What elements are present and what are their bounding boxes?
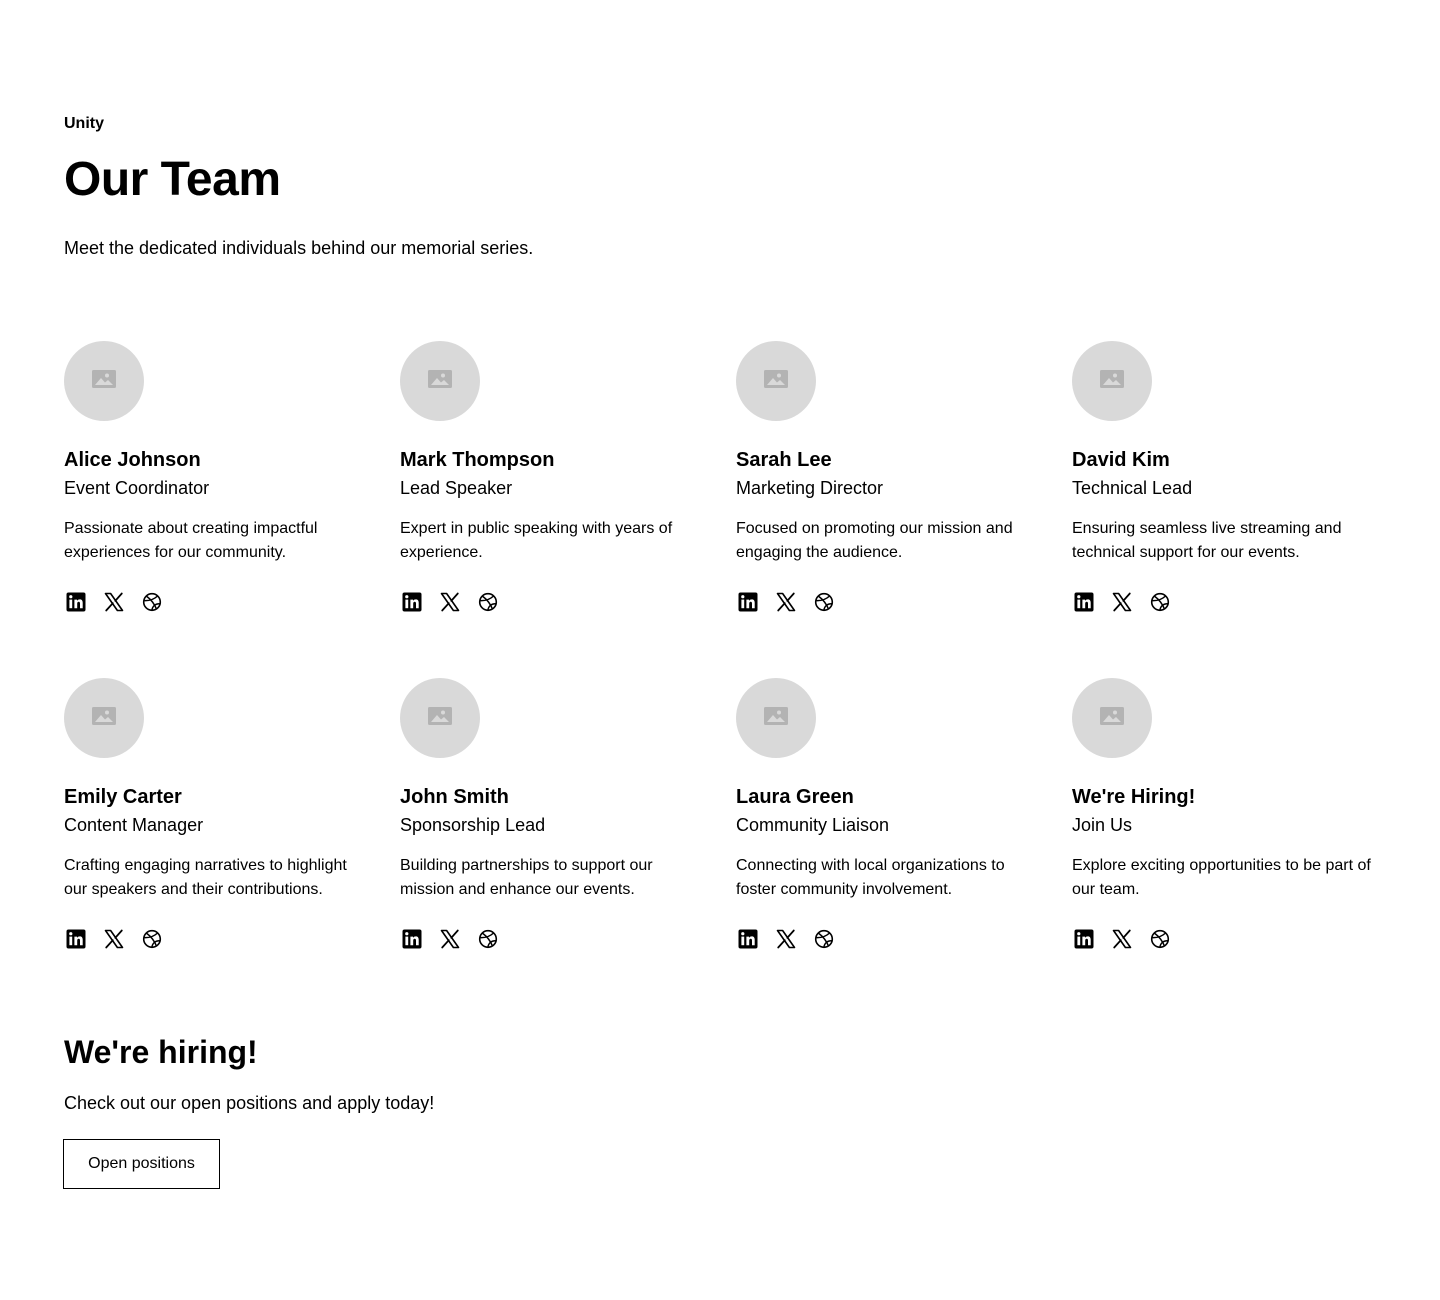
social-links xyxy=(64,927,164,951)
member-role: Lead Speaker xyxy=(400,478,513,498)
member-name: Alice Johnson xyxy=(64,449,201,471)
team-member-card: Alice Johnson Event Coordinator Passionate… xyxy=(64,341,368,621)
x-icon[interactable] xyxy=(438,590,462,614)
avatar xyxy=(1072,678,1152,758)
member-bio: Building partnerships to support our mis… xyxy=(400,857,653,898)
image-placeholder-icon xyxy=(763,368,789,395)
linkedin-icon[interactable] xyxy=(400,927,424,951)
team-member-card: Laura Green Community Liaison Connecting w… xyxy=(736,678,1040,958)
member-name: Emily Carter xyxy=(64,786,182,808)
x-icon[interactable] xyxy=(102,590,126,614)
x-icon[interactable] xyxy=(1110,927,1134,951)
avatar xyxy=(400,678,480,758)
social-links xyxy=(400,590,500,614)
x-icon[interactable] xyxy=(1110,590,1134,614)
member-role: Sponsorship Lead xyxy=(400,815,546,835)
x-icon[interactable] xyxy=(774,927,798,951)
dribbble-icon[interactable] xyxy=(1148,927,1172,951)
image-placeholder-icon xyxy=(1099,368,1125,395)
page-subtitle: Meet the dedicated individuals behind ou… xyxy=(64,238,534,258)
avatar xyxy=(736,678,816,758)
member-name: We're Hiring! xyxy=(1072,786,1196,808)
member-role: Event Coordinator xyxy=(64,478,210,498)
member-bio: Explore exciting opportunities to be par… xyxy=(1072,857,1371,898)
team-grid: Alice Johnson Event Coordinator Passionate… xyxy=(64,341,1376,958)
member-bio: Ensuring seamless live streaming and tec… xyxy=(1072,520,1342,561)
image-placeholder-icon xyxy=(91,368,117,395)
member-name: Mark Thompson xyxy=(400,449,555,471)
dribbble-icon[interactable] xyxy=(140,590,164,614)
linkedin-icon[interactable] xyxy=(64,590,88,614)
x-icon[interactable] xyxy=(774,590,798,614)
team-member-card: Sarah Lee Marketing Director Focused on pr… xyxy=(736,341,1040,621)
team-page: Unity Our Team Meet the dedicated indivi… xyxy=(0,0,1440,1300)
member-role: Marketing Director xyxy=(736,478,884,498)
team-member-card: David Kim Technical Lead Ensuring seamless… xyxy=(1072,341,1376,621)
member-bio: Focused on promoting our mission and eng… xyxy=(736,520,1013,561)
social-links xyxy=(1072,927,1172,951)
open-positions-button[interactable]: Open positions xyxy=(63,1139,220,1189)
hiring-text: Check out our open positions and apply t… xyxy=(64,1093,435,1113)
avatar xyxy=(64,678,144,758)
dribbble-icon[interactable] xyxy=(476,590,500,614)
dribbble-icon[interactable] xyxy=(476,927,500,951)
linkedin-icon[interactable] xyxy=(736,927,760,951)
team-member-card: John Smith Sponsorship Lead Building partn… xyxy=(400,678,704,958)
image-placeholder-icon xyxy=(427,705,453,732)
member-name: Sarah Lee xyxy=(736,449,832,471)
social-links xyxy=(64,590,164,614)
linkedin-icon[interactable] xyxy=(1072,590,1096,614)
image-placeholder-icon xyxy=(763,705,789,732)
social-links xyxy=(1072,590,1172,614)
dribbble-icon[interactable] xyxy=(812,590,836,614)
image-placeholder-icon xyxy=(1099,705,1125,732)
linkedin-icon[interactable] xyxy=(736,590,760,614)
linkedin-icon[interactable] xyxy=(64,927,88,951)
linkedin-icon[interactable] xyxy=(1072,927,1096,951)
image-placeholder-icon xyxy=(427,368,453,395)
avatar xyxy=(736,341,816,421)
hiring-title: We're hiring! xyxy=(64,1034,258,1070)
member-bio: Crafting engaging narratives to highligh… xyxy=(64,857,347,898)
team-member-card: Mark Thompson Lead Speaker Expert in publi… xyxy=(400,341,704,621)
social-links xyxy=(400,927,500,951)
team-member-card: Emily Carter Content Manager Crafting enga… xyxy=(64,678,368,958)
dribbble-icon[interactable] xyxy=(1148,590,1172,614)
member-name: Laura Green xyxy=(736,786,854,808)
x-icon[interactable] xyxy=(102,927,126,951)
member-bio: Passionate about creating impactful expe… xyxy=(64,520,318,561)
page-title: Our Team xyxy=(64,153,281,206)
member-bio: Expert in public speaking with years of … xyxy=(400,520,673,561)
member-role: Community Liaison xyxy=(736,815,890,835)
member-bio: Connecting with local organizations to f… xyxy=(736,857,1005,898)
social-links xyxy=(736,927,836,951)
member-role: Technical Lead xyxy=(1072,478,1193,498)
avatar xyxy=(64,341,144,421)
section-tagline: Unity xyxy=(64,115,104,132)
x-icon[interactable] xyxy=(438,927,462,951)
member-name: John Smith xyxy=(400,786,509,808)
linkedin-icon[interactable] xyxy=(400,590,424,614)
member-role: Join Us xyxy=(1072,815,1133,835)
team-member-card: We're Hiring! Join Us Explore exciting opp… xyxy=(1072,678,1376,958)
dribbble-icon[interactable] xyxy=(812,927,836,951)
social-links xyxy=(736,590,836,614)
image-placeholder-icon xyxy=(91,705,117,732)
avatar xyxy=(1072,341,1152,421)
member-name: David Kim xyxy=(1072,449,1170,471)
avatar xyxy=(400,341,480,421)
member-role: Content Manager xyxy=(64,815,204,835)
dribbble-icon[interactable] xyxy=(140,927,164,951)
